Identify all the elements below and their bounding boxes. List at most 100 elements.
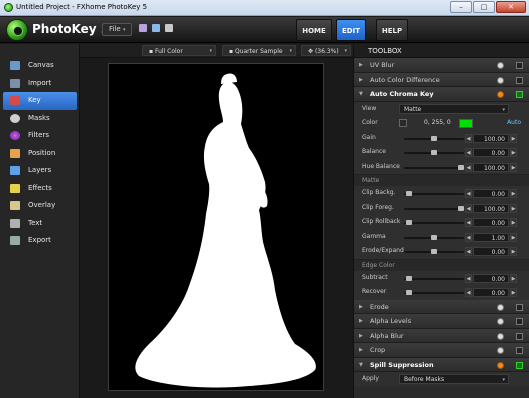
collapse-arrow-icon[interactable]: ▼ [359, 358, 363, 373]
nav-home-button[interactable]: HOME [296, 19, 332, 41]
sidebar-item-import[interactable]: Import [3, 75, 77, 93]
increment-button[interactable]: ▶ [510, 162, 517, 172]
param-value[interactable]: 1.00 [473, 232, 509, 242]
param-value[interactable]: 0.00 [473, 247, 509, 256]
auto-color-button[interactable]: Auto [507, 116, 521, 131]
slider-handle[interactable] [406, 290, 412, 295]
param-slider[interactable] [404, 193, 464, 195]
filter-spill-suppression[interactable]: ▼ Spill Suppression [354, 357, 529, 373]
decrement-button[interactable]: ◀ [465, 218, 472, 227]
slider-handle[interactable] [431, 150, 437, 155]
slider-handle[interactable] [458, 205, 464, 211]
decrement-button[interactable]: ◀ [465, 232, 472, 242]
enable-checkbox[interactable] [516, 347, 523, 354]
apply-select[interactable]: Before Masks ▾ [399, 374, 509, 384]
enable-checkbox[interactable] [516, 332, 523, 340]
sidebar-item-text[interactable]: Text [3, 215, 77, 233]
view-select[interactable]: Matte ▾ [399, 103, 509, 114]
param-value[interactable]: 0.00 [473, 148, 509, 157]
expand-arrow-icon[interactable]: ▶ [359, 329, 363, 344]
param-value[interactable]: 100.00 [473, 133, 509, 143]
sidebar-item-key[interactable]: Key [3, 92, 77, 110]
enable-checkbox[interactable] [516, 76, 523, 84]
increment-button[interactable]: ▶ [510, 148, 517, 157]
open-project-icon[interactable] [152, 24, 160, 32]
expand-arrow-icon[interactable]: ▶ [359, 58, 363, 73]
preview-canvas[interactable] [108, 63, 324, 391]
nav-help-button[interactable]: HELP [376, 19, 408, 41]
decrement-button[interactable]: ◀ [465, 133, 472, 143]
maximize-button[interactable]: □ [473, 1, 495, 13]
expand-arrow-icon[interactable]: ▶ [359, 73, 363, 88]
sidebar-item-export[interactable]: Export [3, 232, 77, 250]
decrement-button[interactable]: ◀ [465, 203, 472, 213]
param-slider[interactable] [404, 222, 464, 224]
expand-arrow-icon[interactable]: ▶ [359, 300, 363, 315]
sidebar-item-layers[interactable]: Layers [3, 162, 77, 180]
increment-button[interactable]: ▶ [510, 273, 517, 283]
keyframe-clock-icon[interactable] [497, 91, 504, 98]
enable-checkbox[interactable] [516, 318, 523, 325]
sample-quality-select[interactable]: ▪ Quarter Sample ▾ [222, 45, 296, 56]
sidebar-item-overlay[interactable]: Overlay [3, 197, 77, 215]
param-value[interactable]: 0.00 [473, 189, 509, 198]
param-value[interactable]: 0.00 [473, 218, 509, 227]
slider-handle[interactable] [406, 191, 412, 196]
param-slider[interactable] [404, 166, 464, 169]
keyframe-clock-icon[interactable] [497, 62, 504, 69]
decrement-button[interactable]: ◀ [465, 148, 472, 157]
sidebar-item-filters[interactable]: Filters [3, 127, 77, 145]
expand-arrow-icon[interactable]: ▶ [359, 343, 363, 358]
zoom-select[interactable]: ✥ (36.3%) ▾ [301, 45, 351, 56]
slider-handle[interactable] [406, 275, 412, 281]
keyframe-clock-icon[interactable] [497, 347, 504, 354]
filter-alpha-blur[interactable]: ▶ Alpha Blur [354, 328, 529, 344]
decrement-button[interactable]: ◀ [465, 247, 472, 256]
enable-checkbox[interactable] [516, 303, 523, 311]
sidebar-item-masks[interactable]: Masks [3, 110, 77, 128]
file-menu[interactable]: File ▾ [102, 23, 133, 36]
sidebar-item-canvas[interactable]: Canvas [3, 57, 77, 75]
collapse-arrow-icon[interactable]: ▼ [359, 87, 363, 102]
view-mode-select[interactable]: ▪ Full Color ▾ [142, 45, 216, 56]
keyframe-clock-icon[interactable] [497, 318, 504, 325]
param-value[interactable]: 100.00 [473, 203, 509, 213]
param-slider[interactable] [404, 292, 464, 294]
slider-handle[interactable] [431, 249, 437, 254]
image-viewer[interactable] [80, 58, 353, 398]
enable-checkbox[interactable] [516, 62, 523, 69]
close-button[interactable]: ✕ [496, 1, 526, 13]
param-value[interactable]: 0.00 [473, 273, 509, 283]
keyframe-clock-icon[interactable] [497, 332, 504, 340]
decrement-button[interactable]: ◀ [465, 273, 472, 283]
increment-button[interactable]: ▶ [510, 288, 517, 297]
increment-button[interactable]: ▶ [510, 218, 517, 227]
decrement-button[interactable]: ◀ [465, 288, 472, 297]
param-slider[interactable] [404, 207, 464, 210]
slider-handle[interactable] [406, 220, 412, 225]
eyedropper-icon[interactable] [399, 119, 407, 127]
increment-button[interactable]: ▶ [510, 133, 517, 143]
filter-auto-chroma-key[interactable]: ▼ Auto Chroma Key [354, 87, 529, 102]
increment-button[interactable]: ▶ [510, 189, 517, 198]
minimize-button[interactable]: – [450, 1, 472, 13]
filter-erode[interactable]: ▶ Erode [354, 299, 529, 315]
keyframe-clock-icon[interactable] [497, 76, 504, 84]
param-value[interactable]: 0.00 [473, 288, 509, 297]
increment-button[interactable]: ▶ [510, 247, 517, 256]
keyframe-clock-icon[interactable] [497, 361, 504, 369]
decrement-button[interactable]: ◀ [465, 189, 472, 198]
filter-auto-color-difference[interactable]: ▶ Auto Color Difference [354, 72, 529, 88]
key-color-swatch[interactable] [459, 119, 473, 128]
sidebar-item-position[interactable]: Position [3, 145, 77, 163]
param-slider[interactable] [404, 277, 464, 280]
increment-button[interactable]: ▶ [510, 203, 517, 213]
nav-edit-button[interactable]: EDIT [336, 19, 366, 41]
filter-uv-blur[interactable]: ▶ UV Blur [354, 58, 529, 73]
increment-button[interactable]: ▶ [510, 232, 517, 242]
keyframe-clock-icon[interactable] [497, 303, 504, 311]
decrement-button[interactable]: ◀ [465, 162, 472, 172]
enable-checkbox[interactable] [516, 91, 523, 98]
param-value[interactable]: 100.00 [473, 162, 509, 172]
expand-arrow-icon[interactable]: ▶ [359, 314, 363, 329]
